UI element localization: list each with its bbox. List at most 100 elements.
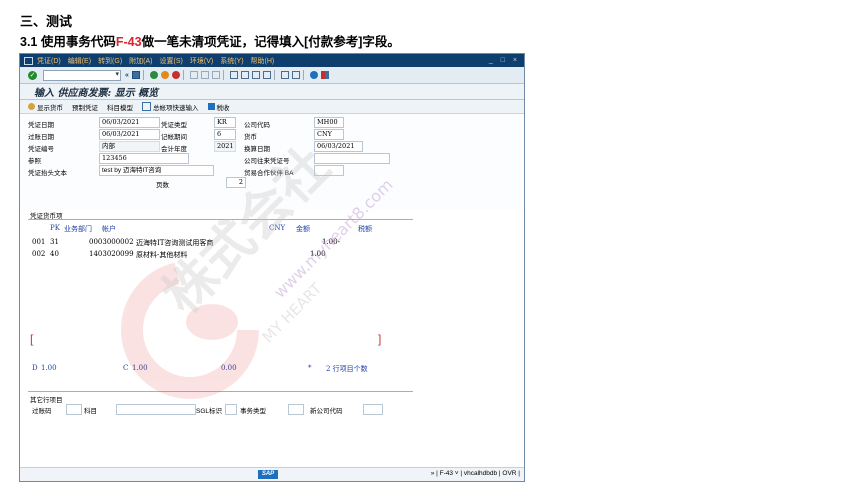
menu-bar: 凭证(D) 编辑(E) 转到(G) 附加(A) 设置(S) 环境(V) 系统(Y… bbox=[20, 54, 524, 67]
item-count: 2 行项目个数 bbox=[326, 365, 368, 373]
menu-edit[interactable]: 编辑(E) bbox=[68, 56, 91, 66]
col-tax: 税额 bbox=[358, 225, 372, 233]
account-model-button[interactable]: 科目模型 bbox=[107, 102, 133, 112]
credit-total: 1.00 bbox=[132, 364, 148, 372]
command-field[interactable]: ▾ bbox=[43, 69, 121, 81]
totals-row: D 1.00 C 1.00 0.00 * 2 行项目个数 bbox=[28, 364, 413, 374]
company-code-field[interactable]: MH00 bbox=[314, 117, 344, 128]
header-text-field[interactable]: test by 迈海特IT咨询 bbox=[99, 165, 214, 176]
window-controls[interactable]: _ □ × bbox=[489, 57, 524, 64]
period-field[interactable]: 6 bbox=[214, 129, 236, 140]
credit-label: C bbox=[123, 364, 129, 372]
company-code-label: 公司代码 bbox=[244, 122, 270, 129]
row-pk: 31 bbox=[50, 238, 59, 246]
enter-check-icon[interactable]: ✓ bbox=[28, 70, 37, 80]
posting-key-field[interactable] bbox=[66, 404, 82, 415]
section-heading: 三、测试 bbox=[20, 14, 73, 29]
right-bracket-icon: ] bbox=[378, 332, 382, 346]
prev-page-icon[interactable] bbox=[240, 71, 249, 79]
menu-document[interactable]: 凭证(D) bbox=[37, 56, 61, 66]
menu-help[interactable]: 帮助(H) bbox=[251, 56, 275, 66]
instruction-paragraph: 3.1 使用事务代码F-43做一笔未清项凭证，记得填入[付款参考]字段。 bbox=[20, 31, 400, 50]
doc-number-field: 内部 bbox=[99, 141, 160, 152]
row-text: 迈海特IT咨询测试用客商 bbox=[136, 239, 214, 247]
reference-label: 参照 bbox=[28, 158, 41, 165]
taxes-button[interactable]: 税收 bbox=[207, 102, 230, 112]
park-document-button[interactable]: 预制凭证 bbox=[72, 102, 98, 112]
menu-goto[interactable]: 转到(G) bbox=[98, 56, 122, 66]
system-toolbar: ✓ ▾ « bbox=[20, 67, 524, 84]
menu-system[interactable]: 系统(Y) bbox=[220, 56, 243, 66]
doc-date-label: 凭证日期 bbox=[28, 122, 54, 129]
cancel-icon[interactable] bbox=[171, 71, 180, 79]
application-toolbar: 显示货币 预制凭证 科目模型 总帐项快速输入 税收 bbox=[20, 100, 524, 114]
cross-cc-field[interactable] bbox=[314, 153, 390, 164]
toolbar-separator bbox=[302, 70, 304, 80]
back-icon[interactable] bbox=[149, 71, 158, 79]
reference-field[interactable]: 123456 bbox=[99, 153, 189, 164]
menu-extras[interactable]: 附加(A) bbox=[129, 56, 152, 66]
row-amount: 1.00 bbox=[310, 250, 326, 258]
trading-partner-field[interactable] bbox=[314, 165, 344, 176]
new-company-code-field[interactable] bbox=[363, 404, 383, 415]
doc-date-field[interactable]: 06/03/2021 bbox=[99, 117, 160, 128]
toolbar-separator bbox=[222, 70, 224, 80]
translation-date-label: 换算日期 bbox=[244, 146, 270, 153]
first-page-icon[interactable] bbox=[229, 71, 238, 79]
menu-settings[interactable]: 设置(S) bbox=[160, 56, 183, 66]
sap-window-icon[interactable] bbox=[24, 56, 33, 65]
help-icon[interactable] bbox=[309, 71, 318, 79]
header-text-label: 凭证抬头文本 bbox=[28, 170, 67, 177]
other-line-item: 其它行项目 过账码 科目 SGL标识 事务类型 新公司代码 bbox=[28, 391, 413, 422]
col-bus-area: 业务部门 bbox=[64, 225, 92, 233]
transaction-type-field[interactable] bbox=[288, 404, 304, 415]
row-number: 002 bbox=[32, 250, 46, 258]
pages-field[interactable]: 2 bbox=[226, 177, 246, 188]
exit-icon[interactable] bbox=[160, 71, 169, 79]
debit-label: D bbox=[32, 364, 38, 372]
doc-type-field[interactable]: KR bbox=[214, 117, 236, 128]
currency-field[interactable]: CNY bbox=[314, 129, 344, 140]
chevron-down-icon[interactable]: ▾ bbox=[115, 70, 119, 78]
shortcut-icon[interactable] bbox=[291, 71, 300, 79]
currency-icon bbox=[28, 103, 35, 110]
account-field[interactable] bbox=[116, 404, 196, 415]
fiscal-year-field: 2021 bbox=[214, 141, 236, 152]
transaction-type-label: 事务类型 bbox=[240, 408, 266, 415]
instruction-prefix: 3.1 使用事务代码 bbox=[20, 35, 116, 49]
col-account: 帐户 bbox=[102, 225, 116, 233]
col-amount: 金额 bbox=[296, 225, 310, 233]
print-icon[interactable] bbox=[189, 71, 198, 79]
translation-date-field[interactable]: 06/03/2021 bbox=[314, 141, 363, 152]
row-pk: 40 bbox=[50, 250, 59, 258]
currency-label: 货币 bbox=[244, 134, 257, 141]
balance-star: * bbox=[308, 364, 312, 372]
fast-entry-button[interactable]: 总帐项快速输入 bbox=[142, 102, 199, 112]
debit-total: 1.00 bbox=[41, 364, 57, 372]
toolbar-separator bbox=[182, 70, 184, 80]
save-icon[interactable] bbox=[131, 71, 140, 79]
sap-window: 凭证(D) 编辑(E) 转到(G) 附加(A) 设置(S) 环境(V) 系统(Y… bbox=[19, 53, 525, 482]
instruction-suffix: 做一笔未清项凭证，记得填入[付款参考]字段。 bbox=[141, 35, 400, 49]
new-session-icon[interactable] bbox=[280, 71, 289, 79]
find-icon[interactable] bbox=[200, 71, 209, 79]
toolbar-separator bbox=[273, 70, 275, 80]
table-row[interactable]: 002 40 1403020099 原材料-其他材料 1.00 bbox=[28, 250, 413, 260]
toolbar-separator bbox=[142, 70, 144, 80]
last-page-icon[interactable] bbox=[262, 71, 271, 79]
header-data: 凭证日期 06/03/2021 凭证类型 KR 公司代码 MH00 过账日期 0… bbox=[20, 114, 524, 210]
cross-cc-label: 公司往来凭证号 bbox=[244, 158, 290, 165]
sgl-indicator-field[interactable] bbox=[225, 404, 237, 415]
menu-environment[interactable]: 环境(V) bbox=[190, 56, 213, 66]
posting-date-field[interactable]: 06/03/2021 bbox=[99, 129, 160, 140]
customize-layout-icon[interactable] bbox=[320, 71, 329, 79]
find-next-icon[interactable] bbox=[211, 71, 220, 79]
next-page-icon[interactable] bbox=[251, 71, 260, 79]
sap-logo: SAP bbox=[258, 470, 278, 479]
collapse-arrow-icon[interactable]: « bbox=[125, 72, 129, 79]
table-row[interactable]: 001 31 0003000002 迈海特IT咨询测试用客商 1.00- bbox=[28, 238, 413, 248]
fast-entry-icon bbox=[142, 102, 151, 111]
system-info[interactable]: » | F-43 ˅ | vhcalhdbdb | OVR | bbox=[431, 470, 520, 477]
doc-number-label: 凭证编号 bbox=[28, 146, 54, 153]
display-currency-button[interactable]: 显示货币 bbox=[28, 102, 63, 112]
